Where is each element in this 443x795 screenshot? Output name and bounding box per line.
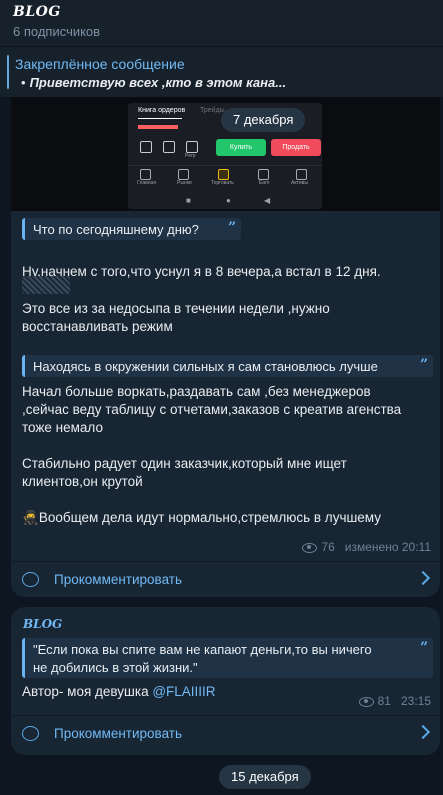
wallet-icon	[296, 169, 307, 180]
post-text-line: Автор- моя девушка @FLAIIIIR	[22, 683, 216, 701]
comment-label: Прокомментировать	[54, 572, 182, 587]
comment-label: Прокомментировать	[54, 726, 182, 741]
edited-timestamp: изменено 20:11	[344, 540, 431, 554]
post-text: Вообщем дела идут нормально,стремлюсь в …	[38, 510, 381, 525]
post-text-line: клиентов,он крутой	[22, 474, 143, 489]
sender-name[interactable]: BLOG	[23, 617, 62, 631]
author-text: Автор- моя девушка	[22, 684, 153, 699]
nav-assets: Активы	[291, 180, 308, 186]
home-circle-icon: ●	[226, 196, 231, 205]
nav-markets: Рынки	[177, 180, 192, 186]
post-text-line: тоже немало	[22, 420, 103, 435]
chevron-right-icon	[415, 724, 431, 740]
divider	[11, 561, 440, 562]
nav-home: Главная	[137, 180, 157, 186]
pinned-message[interactable]: Закреплённое сообщение • Приветствую всех…	[0, 46, 443, 97]
bullet-icon: •	[21, 75, 26, 90]
app-bottom-nav: Главная Рынки Торговать Earn Активы	[128, 165, 322, 192]
view-count: 76	[321, 540, 335, 554]
sell-button: Продать	[271, 139, 321, 156]
divider	[11, 715, 440, 716]
pinned-preview: • Приветствую всех ,кто в этом кана...	[15, 75, 286, 90]
price-strip	[138, 125, 178, 129]
emoji-icon: 🥷	[22, 510, 39, 525]
quote-text: не добились в этой жизни."	[33, 660, 198, 675]
post-text-line: ,сейчас веду таблицу с отчетами,заказов …	[22, 402, 402, 417]
post-meta: 81 23:15	[358, 694, 431, 708]
earn-icon	[258, 169, 269, 180]
quote-text: Что по сегодняшнему дню?	[33, 222, 199, 237]
grid-icon	[163, 141, 175, 153]
pinned-indicator	[7, 55, 9, 89]
mention-link[interactable]: @FLAIIIIR	[152, 684, 215, 699]
nav-earn: Earn	[259, 180, 270, 186]
buy-button: Купить	[216, 139, 266, 156]
trade-icon	[218, 169, 229, 180]
spoiler-block[interactable]	[22, 276, 70, 294]
channel-post[interactable]: Книга ордеров Трейды Perp Купить Продать…	[11, 97, 440, 597]
comment-button[interactable]: Прокомментировать	[11, 717, 440, 751]
tab-underline	[138, 118, 182, 119]
tab-trades: Трейды	[200, 107, 225, 114]
pinned-title: Закреплённое сообщение	[15, 56, 185, 72]
view-count: 81	[377, 694, 391, 708]
quote-text: "Если пока вы спите вам не капают деньги…	[33, 642, 372, 657]
bell-icon	[140, 141, 152, 153]
quote-icon: ”	[227, 220, 236, 236]
post-text-line: Начал больше воркать,раздавать сам ,без …	[22, 384, 371, 399]
post-text-line: Это все из за недосыпа в течении недели …	[22, 301, 330, 316]
pinned-preview-text: Приветствую всех ,кто в этом кана...	[29, 75, 287, 90]
post-text-line: 🥷Вообщем дела идут нормально,стремлюсь в…	[22, 509, 381, 527]
quote-icon: ”	[419, 640, 428, 656]
post-text-line: Стабильно радует один заказчик,который м…	[22, 456, 347, 471]
post-text-line: восстанавливать режим	[22, 319, 173, 334]
quote-block: Находясь в окружении сильных я сам стано…	[22, 355, 433, 377]
comment-icon	[22, 726, 39, 741]
perp-label: Perp	[185, 153, 196, 159]
post-meta: 76 изменено 20:11	[302, 540, 431, 554]
post-time: 23:15	[400, 694, 431, 708]
back-icon: ◀	[264, 196, 271, 205]
markets-icon	[178, 169, 189, 180]
quote-text: Находясь в окружении сильных я сам стано…	[33, 359, 378, 374]
subscriber-count: 6 подписчиков	[13, 24, 101, 39]
chevron-right-icon	[415, 570, 431, 586]
quote-block: "Если пока вы спите вам не капают деньги…	[22, 638, 433, 678]
eye-icon	[302, 542, 318, 553]
nav-trade: Торговать	[211, 180, 234, 186]
date-separator: 15 декабря	[219, 765, 311, 789]
comment-icon	[22, 572, 39, 587]
tab-order-book: Книга ордеров	[138, 107, 186, 114]
perp-icon	[186, 141, 198, 153]
channel-post[interactable]: BLOG "Если пока вы спите вам не капают д…	[11, 607, 440, 755]
quote-block: Что по сегодняшнему дню? ”	[22, 218, 241, 240]
comment-button[interactable]: Прокомментировать	[11, 563, 440, 597]
post-text-line: Ну,начнем с того,что уснул я в 8 вечера,…	[22, 264, 381, 279]
channel-title[interactable]: BLOG	[13, 4, 61, 20]
eye-icon	[358, 696, 374, 707]
home-icon	[140, 169, 151, 180]
date-separator: 7 декабря	[221, 108, 306, 132]
recents-icon: ■	[186, 196, 191, 205]
quote-icon: ”	[419, 357, 428, 373]
channel-header[interactable]: BLOG 6 подписчиков	[0, 0, 443, 46]
